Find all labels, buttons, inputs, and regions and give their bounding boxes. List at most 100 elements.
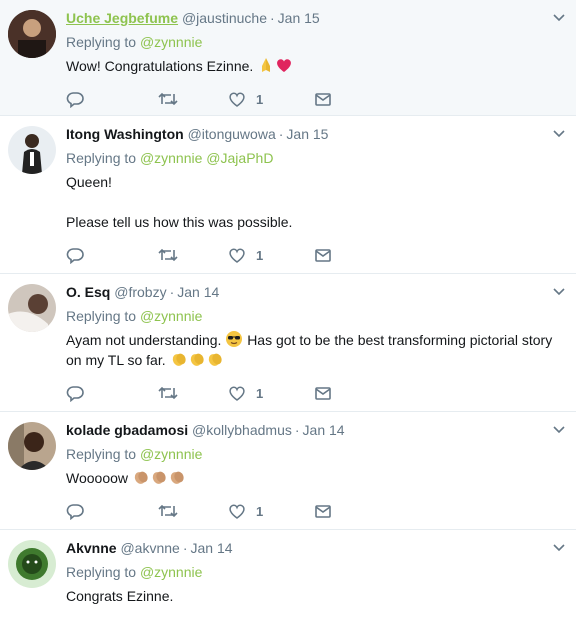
like-count: 1: [256, 247, 264, 263]
like-button[interactable]: 1: [228, 384, 314, 402]
tweet-line: Please tell us how this was possible.: [66, 214, 293, 230]
reply-button[interactable]: [66, 90, 158, 108]
avatar[interactable]: [8, 10, 56, 58]
tweet-line: Queen!: [66, 174, 112, 190]
message-button[interactable]: [314, 384, 332, 402]
replying-to: Replying to @zynnnie: [66, 306, 564, 326]
timestamp[interactable]: Jan 14: [191, 540, 233, 556]
sunglasses-emoji: [226, 331, 243, 347]
like-button[interactable]: 1: [228, 90, 314, 108]
message-button[interactable]: [314, 246, 332, 264]
like-icon: [229, 386, 245, 401]
reply-icon: [66, 504, 84, 520]
timestamp[interactable]: Jan 14: [303, 422, 345, 438]
tweet-line-part: Ayam not understanding.: [66, 332, 222, 348]
display-name[interactable]: kolade gbadamosi: [66, 422, 188, 438]
separator-dot: ·: [278, 126, 284, 142]
handle[interactable]: @frobzy: [114, 284, 166, 300]
replying-label: Replying to: [66, 308, 137, 324]
avatar[interactable]: [8, 126, 56, 174]
heart-emoji: [277, 59, 292, 72]
tweet[interactable]: Uche Jegbefume @jaustinuche · Jan 15 Reply…: [0, 0, 576, 116]
tweet-line: [66, 192, 564, 212]
like-count: 1: [256, 385, 264, 401]
retweet-icon: [158, 248, 178, 262]
tweet-text: Congrats Ezinne.: [66, 586, 564, 606]
mention-link[interactable]: @zynnnie: [140, 564, 202, 580]
like-count: 1: [256, 91, 264, 107]
tweet-text: Wow! Congratulations Ezinne.: [66, 56, 564, 76]
tweet-line-part: on my TL so far.: [66, 352, 166, 368]
timestamp[interactable]: Jan 15: [286, 126, 328, 142]
clap-emoji: [172, 353, 186, 366]
retweet-button[interactable]: [158, 502, 228, 520]
retweet-button[interactable]: [158, 384, 228, 402]
timestamp[interactable]: Jan 15: [278, 10, 320, 26]
tweet-actions: 1: [66, 492, 564, 530]
handle[interactable]: @kollybhadmus: [192, 422, 292, 438]
message-button[interactable]: [314, 90, 332, 108]
replying-to: Replying to @zynnnie @JajaPhD: [66, 148, 564, 168]
clap-emoji: [208, 353, 222, 366]
avatar[interactable]: [8, 284, 56, 332]
tweet[interactable]: kolade gbadamosi @kollybhadmus · Jan 14 Re…: [0, 412, 576, 530]
reply-button[interactable]: [66, 246, 158, 264]
tweet-actions: 1: [66, 236, 564, 274]
mention-link[interactable]: @JajaPhD: [206, 150, 273, 166]
tweet-line: Congrats Ezinne.: [66, 588, 174, 604]
tweet-header: Uche Jegbefume @jaustinuche · Jan 15: [66, 8, 564, 28]
retweet-icon: [158, 504, 178, 518]
retweet-button[interactable]: [158, 90, 228, 108]
pray-emoji: [262, 58, 271, 72]
display-name[interactable]: Akvnne: [66, 540, 117, 556]
like-button[interactable]: 1: [228, 246, 314, 264]
replying-label: Replying to: [66, 564, 137, 580]
tweet[interactable]: Akvnne @akvnne · Jan 14 Replying to @zynnn…: [0, 530, 576, 621]
mention-link[interactable]: @zynnnie: [140, 34, 202, 50]
tweet-actions: 1: [66, 80, 564, 118]
message-icon: [315, 505, 331, 518]
handle[interactable]: @akvnne: [120, 540, 179, 556]
replying-label: Replying to: [66, 446, 137, 462]
message-icon: [315, 387, 331, 400]
like-button[interactable]: 1: [228, 502, 314, 520]
handle[interactable]: @jaustinuche: [182, 10, 267, 26]
tweet-header: Itong Washington @itonguwowa · Jan 15: [66, 124, 564, 144]
avatar[interactable]: [8, 422, 56, 470]
replying-label: Replying to: [66, 34, 137, 50]
display-name[interactable]: Itong Washington: [66, 126, 184, 142]
message-button[interactable]: [314, 502, 332, 520]
tweet-header: O. Esq @frobzy · Jan 14: [66, 282, 564, 302]
tweet[interactable]: Itong Washington @itonguwowa · Jan 15 Repl…: [0, 116, 576, 274]
chevron-down-icon[interactable]: [552, 126, 566, 140]
handle[interactable]: @itonguwowa: [188, 126, 276, 142]
timestamp[interactable]: Jan 14: [177, 284, 219, 300]
tweet[interactable]: O. Esq @frobzy · Jan 14 Replying to @zynnn…: [0, 274, 576, 412]
avatar[interactable]: [8, 540, 56, 588]
reply-button[interactable]: [66, 502, 158, 520]
mention-link[interactable]: @zynnnie: [140, 150, 202, 166]
retweet-button[interactable]: [158, 246, 228, 264]
display-name[interactable]: O. Esq: [66, 284, 110, 300]
chevron-down-icon[interactable]: [552, 284, 566, 298]
chevron-down-icon[interactable]: [552, 10, 566, 24]
reply-button[interactable]: [66, 384, 158, 402]
chevron-down-icon[interactable]: [552, 540, 566, 554]
replying-to: Replying to @zynnnie: [66, 32, 564, 52]
message-icon: [315, 93, 331, 106]
like-icon: [229, 248, 245, 263]
separator-dot: ·: [294, 422, 300, 438]
mention-link[interactable]: @zynnnie: [140, 446, 202, 462]
tweet-text: Queen! Please tell us how this was possi…: [66, 172, 564, 232]
mention-link[interactable]: @zynnnie: [140, 308, 202, 324]
clap-emoji: [190, 353, 204, 366]
like-count: 1: [256, 503, 264, 519]
tweet-line: Wow! Congratulations Ezinne.: [66, 58, 254, 74]
separator-dot: ·: [182, 540, 188, 556]
like-icon: [229, 92, 245, 107]
clap-emoji: [170, 471, 184, 484]
retweet-icon: [158, 386, 178, 400]
tweet-text: Ayam not understanding. Has got to be th…: [66, 330, 564, 370]
chevron-down-icon[interactable]: [552, 422, 566, 436]
display-name[interactable]: Uche Jegbefume: [66, 10, 178, 26]
